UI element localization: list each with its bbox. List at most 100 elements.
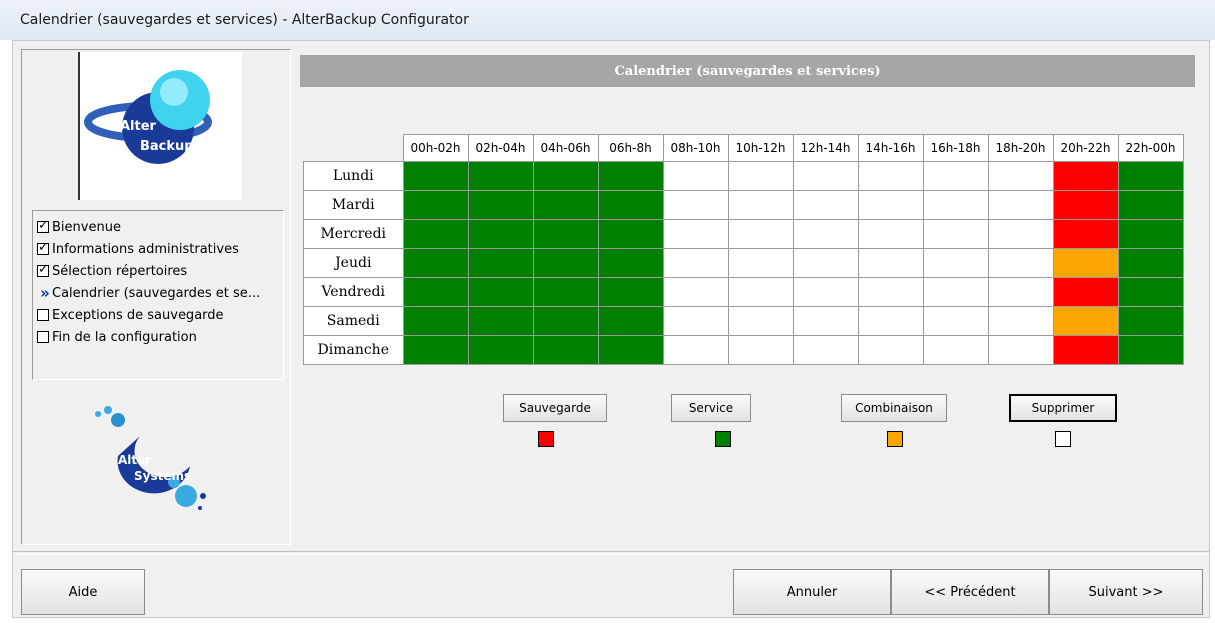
calendar-cell[interactable] [922, 306, 989, 336]
calendar-cell[interactable] [402, 277, 469, 307]
calendar-cell[interactable] [1052, 335, 1119, 365]
help-button[interactable]: Aide [21, 569, 145, 615]
day-label: Lundi [303, 161, 404, 191]
calendar-cell[interactable] [792, 335, 859, 365]
cancel-button[interactable]: Annuler [733, 569, 891, 615]
calendar-cell[interactable] [727, 306, 794, 336]
calendar-cell[interactable] [922, 190, 989, 220]
calendar-cell[interactable] [662, 335, 729, 365]
supprimer-button[interactable]: Supprimer [1009, 394, 1117, 422]
calendar-cell[interactable] [1117, 248, 1184, 278]
calendar-cell[interactable] [987, 219, 1054, 249]
calendar-cell[interactable] [857, 306, 924, 336]
calendar-cell[interactable] [987, 306, 1054, 336]
calendar-cell[interactable] [857, 277, 924, 307]
calendar-cell[interactable] [1117, 277, 1184, 307]
service-button[interactable]: Service [671, 394, 751, 422]
calendar-cell[interactable] [1052, 190, 1119, 220]
calendar-cell[interactable] [922, 335, 989, 365]
column-header: 18h-20h [987, 134, 1054, 162]
calendar-cell[interactable] [597, 277, 664, 307]
calendar-cell[interactable] [922, 277, 989, 307]
calendar-cell[interactable] [1117, 335, 1184, 365]
calendar-cell[interactable] [662, 161, 729, 191]
calendar-cell[interactable] [597, 335, 664, 365]
calendar-cell[interactable] [467, 306, 534, 336]
calendar-cell[interactable] [402, 248, 469, 278]
calendar-cell[interactable] [792, 277, 859, 307]
calendar-cell[interactable] [532, 219, 599, 249]
calendar-cell[interactable] [727, 161, 794, 191]
calendar-cell[interactable] [922, 248, 989, 278]
previous-button[interactable]: << Précédent [891, 569, 1049, 615]
calendar-cell[interactable] [792, 219, 859, 249]
calendar-cell[interactable] [1052, 306, 1119, 336]
calendar-cell[interactable] [402, 335, 469, 365]
calendar-cell[interactable] [922, 219, 989, 249]
calendar-cell[interactable] [792, 306, 859, 336]
calendar-cell[interactable] [467, 335, 534, 365]
calendar-cell[interactable] [727, 335, 794, 365]
step-bienvenue[interactable]: Bienvenue [37, 217, 121, 237]
calendar-cell[interactable] [467, 248, 534, 278]
calendar-cell[interactable] [857, 335, 924, 365]
calendar-cell[interactable] [1117, 161, 1184, 191]
calendar-cell[interactable] [597, 248, 664, 278]
calendar-cell[interactable] [662, 277, 729, 307]
calendar-cell[interactable] [532, 306, 599, 336]
calendar-cell[interactable] [1052, 248, 1119, 278]
calendar-cell[interactable] [987, 335, 1054, 365]
calendar-cell[interactable] [532, 248, 599, 278]
calendar-cell[interactable] [467, 219, 534, 249]
calendar-cell[interactable] [987, 161, 1054, 191]
sauvegarde-button[interactable]: Sauvegarde [503, 394, 607, 422]
calendar-cell[interactable] [792, 161, 859, 191]
calendar-cell[interactable] [857, 190, 924, 220]
calendar-cell[interactable] [467, 190, 534, 220]
calendar-cell[interactable] [597, 306, 664, 336]
calendar-cell[interactable] [1052, 161, 1119, 191]
combinaison-button[interactable]: Combinaison [841, 394, 947, 422]
calendar-cell[interactable] [727, 190, 794, 220]
calendar-cell[interactable] [922, 161, 989, 191]
calendar-cell[interactable] [792, 190, 859, 220]
calendar-cell[interactable] [532, 161, 599, 191]
calendar-cell[interactable] [597, 161, 664, 191]
calendar-cell[interactable] [1117, 306, 1184, 336]
calendar-cell[interactable] [857, 219, 924, 249]
calendar-cell[interactable] [1117, 190, 1184, 220]
calendar-cell[interactable] [987, 190, 1054, 220]
calendar-cell[interactable] [987, 248, 1054, 278]
calendar-cell[interactable] [1052, 219, 1119, 249]
calendar-cell[interactable] [662, 219, 729, 249]
calendar-cell[interactable] [857, 161, 924, 191]
calendar-cell[interactable] [597, 190, 664, 220]
calendar-cell[interactable] [1117, 219, 1184, 249]
calendar-cell[interactable] [792, 248, 859, 278]
calendar-cell[interactable] [727, 277, 794, 307]
calendar-cell[interactable] [987, 277, 1054, 307]
calendar-cell[interactable] [662, 306, 729, 336]
calendar-cell[interactable] [727, 219, 794, 249]
calendar-cell[interactable] [402, 190, 469, 220]
calendar-cell[interactable] [662, 248, 729, 278]
step-exceptions[interactable]: Exceptions de sauvegarde [37, 305, 224, 325]
calendar-cell[interactable] [532, 335, 599, 365]
calendar-cell[interactable] [532, 277, 599, 307]
calendar-cell[interactable] [597, 219, 664, 249]
calendar-cell[interactable] [532, 190, 599, 220]
step-calendrier[interactable]: » Calendrier (sauvegardes et se... [37, 283, 260, 303]
calendar-cell[interactable] [1052, 277, 1119, 307]
step-selection[interactable]: Sélection répertoires [37, 261, 187, 281]
calendar-cell[interactable] [467, 161, 534, 191]
step-fin[interactable]: Fin de la configuration [37, 327, 197, 347]
calendar-cell[interactable] [467, 277, 534, 307]
calendar-cell[interactable] [662, 190, 729, 220]
calendar-cell[interactable] [402, 161, 469, 191]
calendar-cell[interactable] [402, 219, 469, 249]
next-button[interactable]: Suivant >> [1049, 569, 1203, 615]
calendar-cell[interactable] [857, 248, 924, 278]
step-informations[interactable]: Informations administratives [37, 239, 239, 259]
calendar-cell[interactable] [402, 306, 469, 336]
calendar-cell[interactable] [727, 248, 794, 278]
